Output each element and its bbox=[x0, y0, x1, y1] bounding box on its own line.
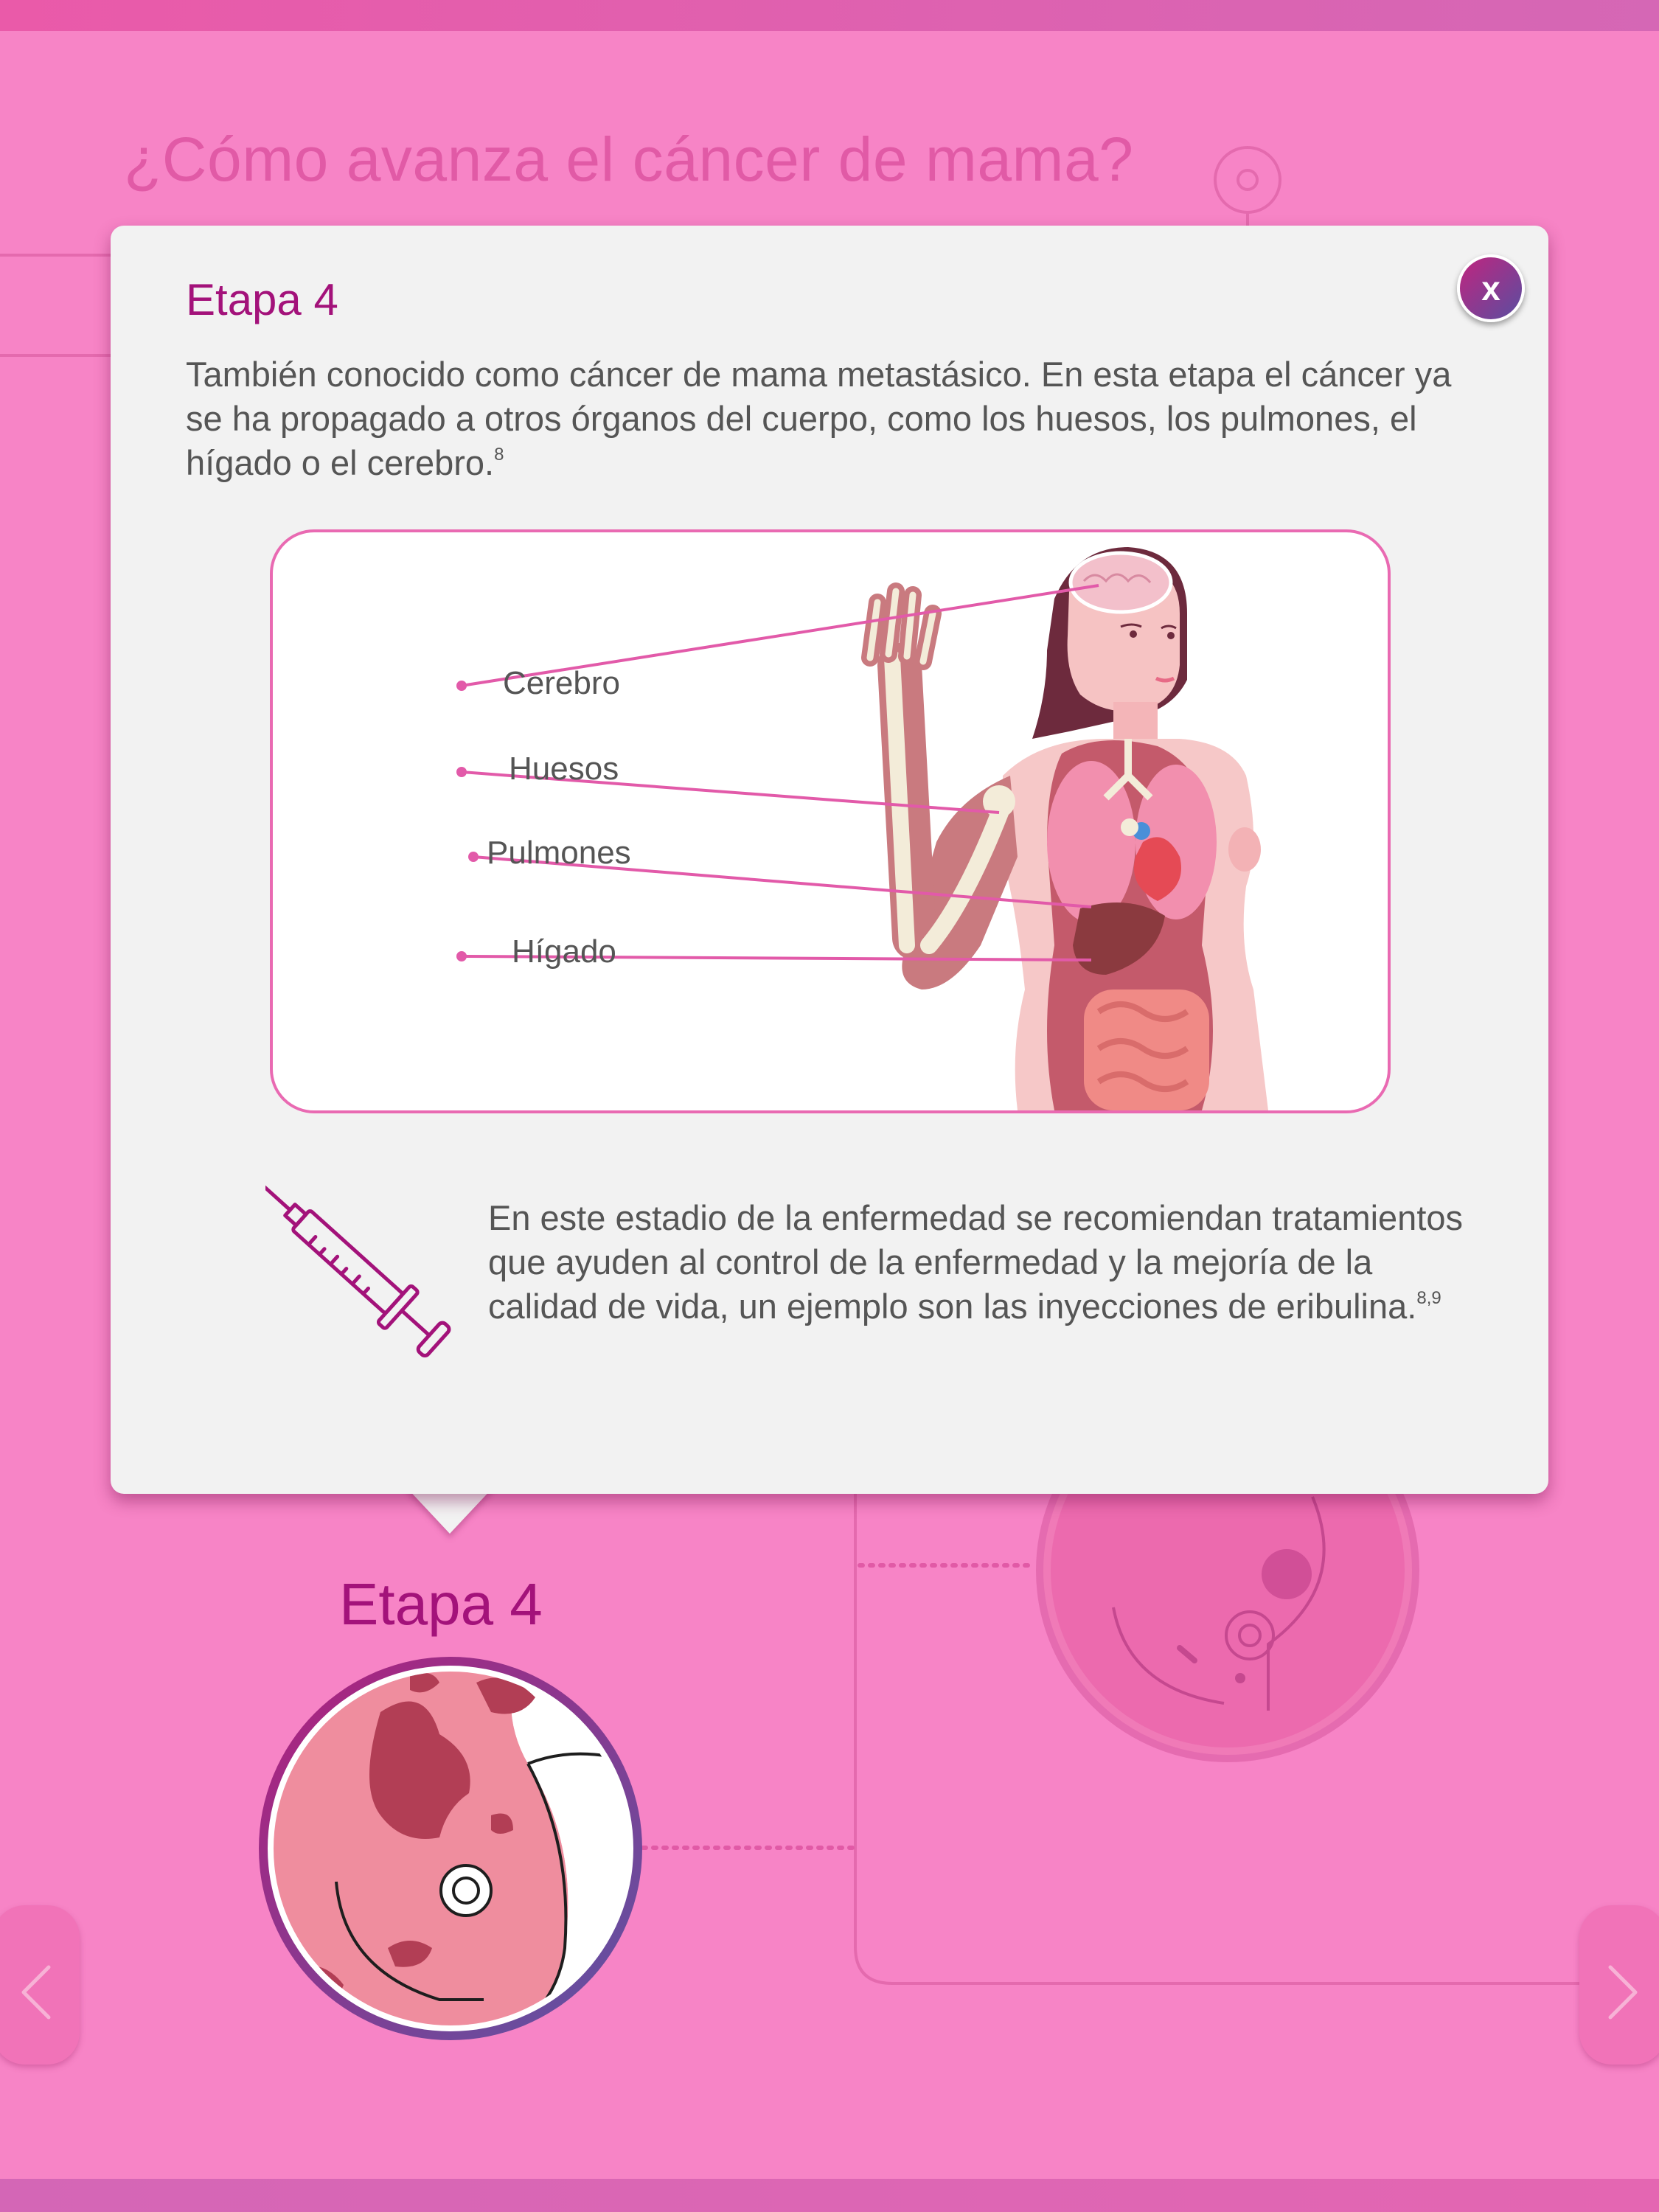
bottom-bar bbox=[0, 2179, 1659, 2212]
stage-4-popup: x Etapa 4 También conocido como cáncer d… bbox=[111, 226, 1548, 1494]
body-anatomy-figure bbox=[456, 547, 1268, 1110]
description-text: También conocido como cáncer de mama met… bbox=[186, 355, 1452, 482]
stage-label: Etapa 4 bbox=[339, 1571, 543, 1637]
treatment-text-body: En este estadio de la enfermedad se reco… bbox=[488, 1198, 1464, 1326]
organ-label-bones: Huesos bbox=[509, 751, 619, 787]
organ-label-liver: Hígado bbox=[512, 933, 616, 970]
chevron-left-icon bbox=[21, 1965, 51, 2020]
next-button[interactable] bbox=[1579, 1905, 1659, 2065]
chevron-right-icon bbox=[1608, 1965, 1638, 2020]
popup-description: También conocido como cáncer de mama met… bbox=[186, 352, 1469, 485]
close-button[interactable]: x bbox=[1457, 254, 1525, 322]
breast-illustration-stage-4[interactable] bbox=[255, 1653, 646, 2044]
anatomy-illustration: Cerebro Huesos Pulmones Hígado bbox=[270, 529, 1391, 1113]
popup-heading: Etapa 4 bbox=[186, 275, 338, 324]
treatment-text: En este estadio de la enfermedad se reco… bbox=[488, 1196, 1469, 1329]
syringe-icon bbox=[265, 1175, 451, 1358]
treatment-reference: 8,9 bbox=[1416, 1288, 1441, 1308]
description-reference: 8 bbox=[494, 445, 504, 465]
organ-label-lungs: Pulmones bbox=[487, 835, 631, 871]
organ-label-brain: Cerebro bbox=[503, 665, 620, 701]
previous-button[interactable] bbox=[0, 1905, 80, 2065]
